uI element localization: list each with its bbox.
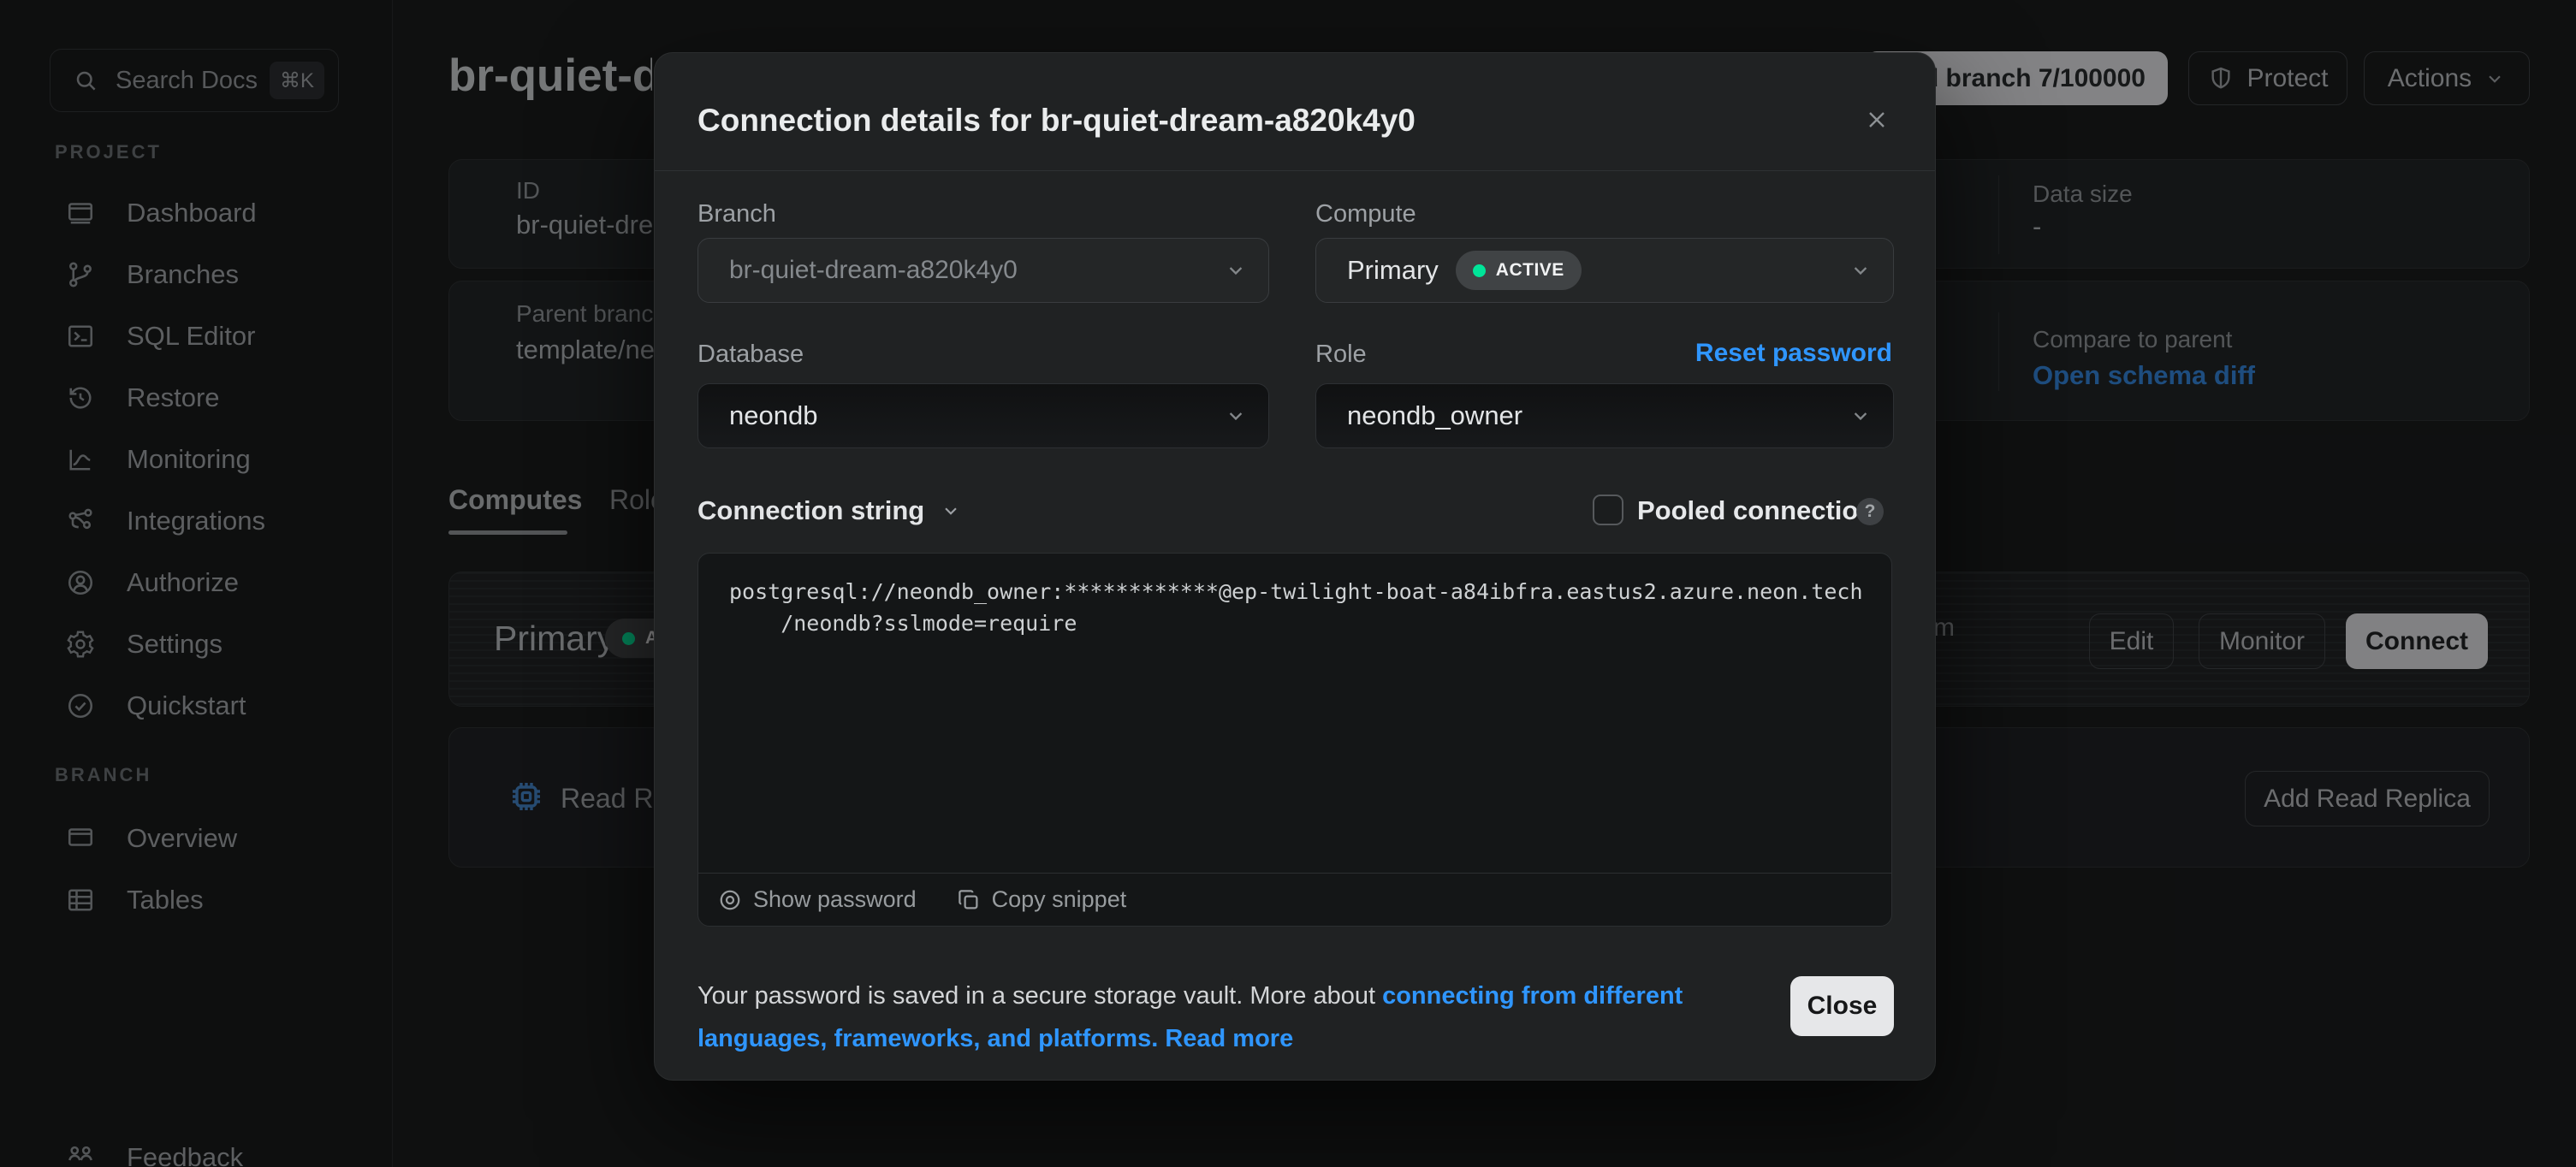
chevron-down-icon: [1849, 258, 1873, 282]
show-password-button[interactable]: Show password: [717, 886, 917, 913]
chevron-down-icon: [1224, 258, 1248, 282]
connection-string-block: postgresql://neondb_owner:************@e…: [697, 553, 1892, 927]
pooled-connection-label: Pooled connection: [1637, 495, 1874, 526]
chevron-down-icon: [940, 500, 962, 522]
chevron-down-icon: [1224, 404, 1248, 428]
compute-field-label: Compute: [1315, 200, 1416, 228]
connection-details-modal: Connection details for br-quiet-dream-a8…: [654, 52, 1936, 1081]
role-field-label: Role: [1315, 341, 1367, 369]
branch-select[interactable]: br-quiet-dream-a820k4y0: [697, 238, 1269, 303]
show-password-label: Show password: [753, 886, 917, 913]
compute-select-value: Primary: [1347, 255, 1439, 286]
close-icon[interactable]: [1858, 101, 1896, 139]
compute-status-badge: ACTIVE: [1456, 251, 1582, 290]
chevron-down-icon: [1849, 404, 1873, 428]
connecting-docs-link[interactable]: connecting from different: [1382, 982, 1683, 1010]
database-select[interactable]: neondb: [697, 383, 1269, 448]
database-field-label: Database: [697, 341, 804, 369]
neon-console: Search Docs ⌘K PROJECT Dashboard Branche…: [0, 0, 2576, 1167]
eye-icon: [717, 887, 743, 913]
reset-password-link[interactable]: Reset password: [1695, 339, 1892, 368]
pooled-connection-checkbox[interactable]: [1593, 495, 1623, 525]
help-icon[interactable]: ?: [1856, 498, 1884, 525]
connection-string-dropdown[interactable]: Connection string: [697, 495, 962, 526]
role-select[interactable]: neondb_owner: [1315, 383, 1894, 448]
close-button[interactable]: Close: [1790, 976, 1894, 1036]
connecting-docs-link[interactable]: languages, frameworks, and platforms.: [697, 1025, 1158, 1052]
role-select-value: neondb_owner: [1347, 400, 1522, 431]
copy-snippet-button[interactable]: Copy snippet: [956, 886, 1127, 913]
active-dot: [1473, 264, 1486, 277]
connection-string-label: Connection string: [697, 495, 924, 526]
copy-snippet-label: Copy snippet: [992, 886, 1127, 913]
modal-footer-note: Your password is saved in a secure stora…: [697, 974, 1683, 1060]
branch-field-label: Branch: [697, 200, 776, 228]
active-label: ACTIVE: [1496, 260, 1564, 281]
copy-icon: [956, 887, 982, 913]
code-toolbar: Show password Copy snippet: [698, 873, 1891, 926]
connection-string-text: postgresql://neondb_owner:************@e…: [729, 576, 1863, 639]
modal-title: Connection details for br-quiet-dream-a8…: [697, 103, 1416, 139]
compute-select[interactable]: Primary ACTIVE: [1315, 238, 1894, 303]
modal-header-divider: [655, 170, 1935, 171]
branch-select-value: br-quiet-dream-a820k4y0: [729, 256, 1018, 285]
database-select-value: neondb: [729, 400, 817, 431]
read-more-link[interactable]: Read more: [1165, 1025, 1293, 1052]
